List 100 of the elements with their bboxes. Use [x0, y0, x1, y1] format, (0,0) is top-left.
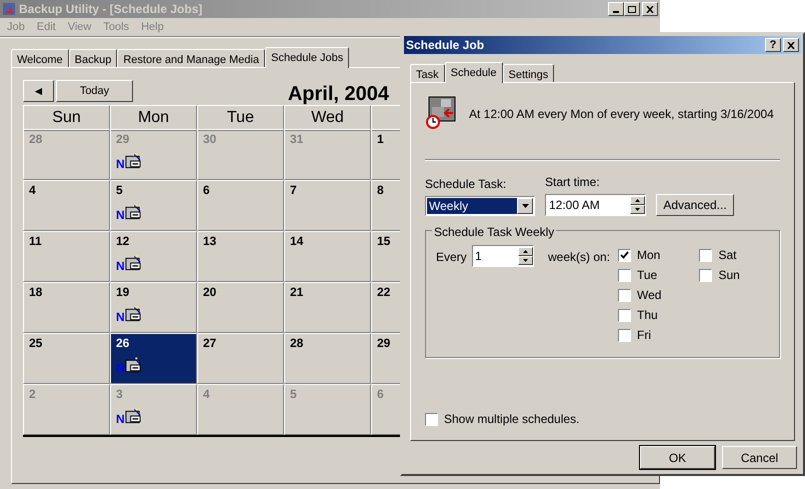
dialog-title: Schedule Job: [406, 37, 484, 54]
calendar-day[interactable]: 20: [197, 282, 284, 333]
dropdown-value: Weekly: [427, 198, 517, 214]
spin-down-button[interactable]: [630, 205, 645, 214]
job-letter: N: [116, 208, 125, 220]
day-number: 22: [377, 285, 390, 299]
day-number: 20: [203, 285, 216, 299]
dialog-button[interactable]: Cancel: [722, 446, 797, 469]
day-number: 14: [290, 234, 304, 248]
day-number: 6: [203, 183, 210, 197]
start-time-field[interactable]: 12:00 AM: [545, 194, 646, 216]
checkbox[interactable]: [618, 288, 631, 302]
job-letter: N: [116, 362, 125, 374]
day-number: 2: [29, 387, 36, 401]
tab[interactable]: Task: [410, 64, 445, 82]
day-number: 5: [290, 387, 297, 401]
checkbox-label: Show multiple schedules.: [444, 411, 580, 428]
field-label: Every: [436, 249, 468, 266]
checkbox[interactable]: [699, 268, 712, 282]
day-number: 21: [290, 285, 304, 299]
maximize-icon: [628, 6, 636, 12]
day-number: 11: [29, 234, 42, 248]
calendar-day[interactable]: 28: [284, 333, 371, 384]
today-button[interactable]: Today: [56, 80, 133, 102]
day-number: 30: [203, 132, 216, 146]
calendar-day[interactable]: 3 N: [110, 384, 197, 435]
schedule-task-dropdown[interactable]: Weekly: [425, 196, 535, 216]
column-header: Sun: [23, 105, 110, 131]
advanced-button[interactable]: Advanced...: [656, 194, 734, 216]
job-letter: N: [116, 260, 125, 272]
job-letter: N: [116, 310, 125, 322]
dropdown-button[interactable]: [517, 198, 533, 214]
day-number: 1: [377, 132, 384, 146]
tape-drive-icon: [124, 204, 142, 220]
down-arrow-icon: [522, 204, 528, 208]
calendar-day[interactable]: 26 N: [110, 333, 197, 384]
calendar-day[interactable]: 12 N: [110, 231, 197, 282]
day-number: 3: [116, 387, 123, 401]
day-number: 29: [377, 336, 390, 350]
day-number: 4: [203, 387, 210, 401]
weekday-label: Tue: [637, 267, 658, 284]
day-number: 5: [116, 183, 123, 197]
help-button[interactable]: ?: [765, 38, 781, 52]
calendar-day[interactable]: 25: [23, 333, 110, 384]
calendar-day[interactable]: 11: [23, 231, 110, 282]
tab[interactable]: Welcome: [11, 49, 69, 67]
tab[interactable]: Schedule Jobs: [265, 47, 350, 68]
day-number: 18: [29, 285, 42, 299]
day-number: 28: [290, 336, 304, 350]
job-letter: N: [116, 412, 125, 424]
tape-drive-icon: [124, 408, 142, 424]
tab[interactable]: Settings: [502, 64, 554, 82]
checkbox[interactable]: [618, 328, 631, 342]
maximize-button[interactable]: [624, 2, 640, 16]
spin-up-button[interactable]: [518, 247, 533, 256]
checkbox[interactable]: [425, 412, 438, 426]
calendar-day[interactable]: 21: [284, 282, 371, 333]
checkbox[interactable]: [618, 248, 631, 262]
tape-drive-icon: [124, 306, 142, 322]
job-letter: N: [116, 158, 125, 170]
day-number: 25: [29, 336, 42, 350]
tab[interactable]: Schedule: [444, 62, 502, 83]
up-arrow-icon: [523, 250, 528, 253]
weekday-label: Fri: [637, 327, 651, 344]
day-number: 26: [116, 336, 130, 350]
day-number: 28: [29, 132, 42, 146]
calendar-day[interactable]: 7: [284, 180, 371, 231]
close-icon: [787, 42, 795, 48]
calendar-day[interactable]: 13: [197, 231, 284, 282]
calendar-day[interactable]: 18: [23, 282, 110, 333]
down-arrow-icon: [523, 259, 528, 262]
calendar-day[interactable]: 4: [23, 180, 110, 231]
dialog-button[interactable]: OK: [640, 446, 715, 469]
day-number: 6: [377, 387, 384, 401]
calendar-day[interactable]: 14: [284, 231, 371, 282]
checkbox[interactable]: [618, 268, 631, 282]
calendar-day[interactable]: 27: [197, 333, 284, 384]
calendar-day[interactable]: 6: [197, 180, 284, 231]
spin-down-button[interactable]: [518, 256, 533, 265]
day-number: 29: [116, 132, 130, 146]
checkbox[interactable]: [618, 308, 631, 322]
close-button[interactable]: [783, 38, 799, 52]
tab[interactable]: Restore and Manage Media: [117, 49, 266, 67]
spin-up-button[interactable]: [630, 196, 645, 205]
calendar-day[interactable]: 29 N: [110, 129, 197, 180]
day-number: 7: [290, 183, 297, 197]
up-arrow-icon: [635, 199, 640, 202]
day-number: 27: [203, 336, 216, 350]
field-label: Schedule Task:: [425, 176, 508, 193]
previous-month-button[interactable]: ◄: [23, 80, 54, 102]
tape-drive-icon: [124, 254, 142, 272]
day-number: 4: [29, 183, 36, 197]
weeks-interval-field[interactable]: 1: [472, 245, 534, 267]
minimize-button[interactable]: [608, 2, 624, 16]
tab[interactable]: Backup: [68, 49, 118, 67]
checkbox[interactable]: [699, 248, 712, 262]
weekday-label: Sun: [718, 267, 740, 284]
close-button[interactable]: [642, 2, 658, 16]
column-header: Wed: [284, 105, 371, 131]
calendar-day[interactable]: 5 N: [110, 180, 197, 231]
